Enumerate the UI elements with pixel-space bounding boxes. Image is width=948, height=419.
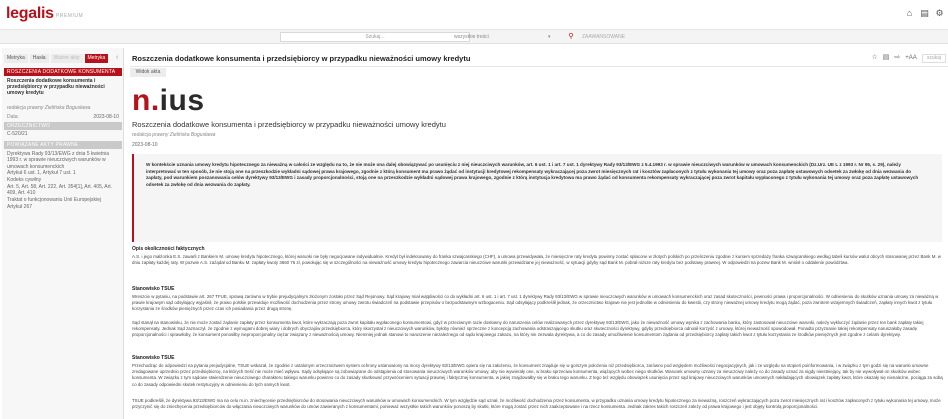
acts-section-head: POWIĄZANE AKTY PRAWNE bbox=[4, 141, 122, 149]
divider bbox=[130, 66, 948, 67]
act-link[interactable]: Dyrektywa Rady 93/13/EWG z dnia 5 kwietn… bbox=[7, 151, 119, 170]
document-tools: ☆ ▤ ⇨ +AA szukaj bbox=[872, 54, 946, 63]
nius-logo: n.ius bbox=[132, 84, 205, 117]
logo-subtitle: PREMIUM bbox=[56, 13, 84, 19]
top-icons: ⌂ ▤ ⚙ bbox=[905, 9, 944, 18]
star-icon[interactable]: ☆ bbox=[872, 54, 878, 63]
chevron-down-icon[interactable]: ▾ bbox=[548, 32, 551, 42]
sidebar: Metryka Hasła Ważne akty Metryka ‹ ROSZC… bbox=[2, 48, 124, 419]
sidebar-date-label: Data: bbox=[7, 114, 19, 120]
settings-icon[interactable]: ⚙ bbox=[935, 9, 944, 18]
court-paragraph: Sąd stanął na stanowisku, że nie może zo… bbox=[132, 320, 924, 338]
top-bar: legalis PREMIUM ⌂ ▤ ⚙ bbox=[0, 0, 948, 30]
section-heading: Opis okoliczności faktycznych bbox=[132, 246, 205, 252]
search-input[interactable]: Szukaj... bbox=[280, 32, 470, 42]
search-bar: Szukaj... wszystkie treści ▾ ⚲ ZAAWANSOW… bbox=[0, 30, 948, 44]
tab-widok-akta[interactable]: Widok akta bbox=[130, 68, 166, 77]
tab-metryka[interactable]: Metryka bbox=[84, 54, 109, 63]
tab-hasla[interactable]: Hasła bbox=[29, 54, 49, 63]
article-date: 2023-08-10 bbox=[132, 142, 158, 148]
court-paragraph: Przechodząc do odpowiedzi na pytania pre… bbox=[132, 363, 943, 387]
sidebar-doc-author: redakcja prawny Zielińska Bogusława bbox=[7, 105, 91, 111]
logo[interactable]: legalis bbox=[6, 5, 54, 23]
related-acts-list: Dyrektywa Rady 93/13/EWG z dnia 5 kwietn… bbox=[7, 151, 119, 211]
export-icon[interactable]: ⇨ bbox=[894, 54, 900, 63]
main-content: Roszczenia dodatkowe konsumenta i przeds… bbox=[128, 48, 948, 419]
print-icon[interactable]: ▤ bbox=[883, 54, 890, 63]
find-in-document-input[interactable]: szukaj bbox=[921, 54, 946, 63]
case-link[interactable]: C-520/21 bbox=[7, 131, 28, 137]
facts-paragraph: A.S. i jego małżonka E.S. zawarli z Bank… bbox=[132, 254, 941, 266]
doc-section-head: ROSZCZENIA DODATKOWE KONSUMENTA bbox=[4, 68, 122, 76]
search-icon[interactable]: ⚲ bbox=[566, 32, 576, 42]
section-heading: Stanowisko TSUE bbox=[132, 355, 175, 361]
act-article-link[interactable]: Art. 5, Art. 58, Art. 222, Art. 354[1], … bbox=[7, 184, 119, 197]
article-author: redakcja prawny Zielińska Bogusława bbox=[132, 132, 216, 138]
act-link[interactable]: Kodeks cywilny bbox=[7, 177, 119, 183]
app-window: legalis PREMIUM ⌂ ▤ ⚙ Szukaj... wszystki… bbox=[0, 0, 948, 419]
advanced-search-link[interactable]: ZAAWANSOWANE bbox=[582, 32, 625, 42]
tab-wazne-akty[interactable]: Ważne akty bbox=[50, 54, 83, 63]
section-heading: Stanowisko TSUE bbox=[132, 286, 175, 292]
print-icon[interactable]: ▤ bbox=[920, 9, 929, 18]
tab-metryka-menu[interactable]: Metryka bbox=[4, 54, 28, 63]
act-article-link[interactable]: Artykuł 6 ust. 1, Artykuł 7 ust. 1 bbox=[7, 170, 119, 176]
court-paragraph: Wreszcie w pytaniu, na podstawie art. 26… bbox=[132, 294, 939, 312]
court-paragraph: TSUE podkreślił, że dyrektywa 93/13/EWG … bbox=[132, 398, 941, 410]
sidebar-date-value: 2023-08-10 bbox=[93, 114, 119, 120]
case-section-head: ORZECZNICTWO bbox=[4, 122, 122, 130]
act-link[interactable]: Traktat o funkcjonowaniu Unii Europejski… bbox=[7, 197, 119, 203]
page-title: Roszczenia dodatkowe konsumenta i przeds… bbox=[132, 54, 471, 63]
font-size-control[interactable]: +AA bbox=[905, 54, 917, 63]
article-title: Roszczenia dodatkowe konsumenta i przeds… bbox=[132, 120, 446, 129]
collapse-sidebar-icon[interactable]: ‹ bbox=[116, 54, 118, 62]
home-icon[interactable]: ⌂ bbox=[905, 9, 914, 18]
sidebar-doc-title: Roszczenia dodatkowe konsumenta i przeds… bbox=[7, 78, 105, 97]
act-article-link[interactable]: Artykuł 267 bbox=[7, 204, 119, 210]
scope-select[interactable]: wszystkie treści bbox=[452, 32, 562, 42]
article-thesis: W kontekście uznania umowy kredytu hipot… bbox=[132, 154, 942, 242]
sidebar-tabs: Metryka Hasła Ważne akty Metryka bbox=[4, 54, 109, 63]
